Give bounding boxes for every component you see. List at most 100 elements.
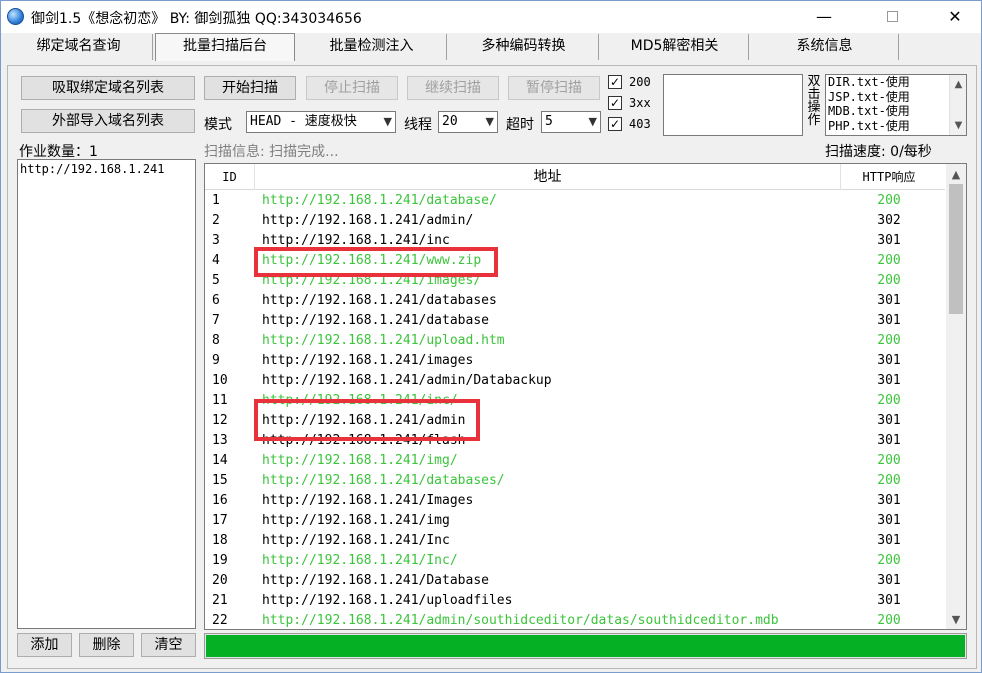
table-row[interactable]: 22 http://192.168.1.241/admin/southidcedi… xyxy=(205,611,945,629)
fetch-domain-list-button[interactable]: 吸取绑定域名列表 xyxy=(21,76,195,100)
table-row[interactable]: 9 http://192.168.1.241/images 301 xyxy=(205,351,945,371)
row-id: 7 xyxy=(212,313,220,328)
row-url: http://192.168.1.241/Inc/ xyxy=(262,553,458,568)
tab-domain-lookup[interactable]: 绑定域名查询 xyxy=(5,34,153,60)
dictionary-item[interactable]: MDB.txt-使用 xyxy=(826,104,966,119)
table-header: ID 地址 HTTP响应 xyxy=(205,164,945,190)
row-url: http://192.168.1.241/admin/ xyxy=(262,213,474,228)
row-id: 4 xyxy=(212,253,220,268)
timeout-value: 5 xyxy=(545,114,553,129)
delete-button[interactable]: 删除 xyxy=(79,633,134,657)
header-id[interactable]: ID xyxy=(205,164,255,190)
table-row[interactable]: 10 http://192.168.1.241/admin/Databackup 3… xyxy=(205,371,945,391)
status-3xx-label: 3xx xyxy=(629,96,651,110)
threads-select[interactable]: 20 ▼ xyxy=(438,111,498,133)
custom-input-box[interactable] xyxy=(663,74,803,136)
start-scan-button[interactable]: 开始扫描 xyxy=(204,76,296,100)
chevron-down-icon: ▼ xyxy=(588,115,597,128)
tab-batch-injection[interactable]: 批量检测注入 xyxy=(297,34,447,60)
results-table[interactable]: ID 地址 HTTP响应 1 http://192.168.1.241/datab… xyxy=(204,163,967,630)
results-scrollbar[interactable]: ▲ ▼ xyxy=(946,164,966,629)
tab-system-info[interactable]: 系统信息 xyxy=(751,34,899,60)
row-http-code: 301 xyxy=(877,413,901,428)
dictionary-item[interactable]: DIR.txt-使用 xyxy=(826,75,966,90)
row-http-code: 200 xyxy=(877,273,901,288)
row-id: 14 xyxy=(212,453,228,468)
import-domain-list-button[interactable]: 外部导入域名列表 xyxy=(21,109,195,133)
hint-char: 作 xyxy=(807,113,821,128)
row-url: http://192.168.1.241/database/ xyxy=(262,193,497,208)
continue-scan-button[interactable]: 继续扫描 xyxy=(407,76,499,100)
tab-encoding-convert[interactable]: 多种编码转换 xyxy=(449,34,599,60)
maximize-button[interactable] xyxy=(869,1,915,33)
maximize-icon xyxy=(886,11,898,22)
row-id: 6 xyxy=(212,293,220,308)
table-row[interactable]: 8 http://192.168.1.241/upload.htm 200 xyxy=(205,331,945,351)
header-url[interactable]: 地址 xyxy=(255,164,841,190)
close-button[interactable]: ✕ xyxy=(932,1,978,33)
row-url: http://192.168.1.241/databases/ xyxy=(262,473,505,488)
dictionary-item[interactable]: JSP.txt-使用 xyxy=(826,90,966,105)
status-403-checkbox[interactable]: ✓ xyxy=(608,117,622,131)
mode-select[interactable]: HEAD - 速度极快 ▼ xyxy=(246,111,396,133)
row-id: 9 xyxy=(212,353,220,368)
table-row[interactable]: 16 http://192.168.1.241/Images 301 xyxy=(205,491,945,511)
dictionary-scrollbar[interactable]: ▲ ▼ xyxy=(949,75,966,135)
table-row[interactable]: 18 http://192.168.1.241/Inc 301 xyxy=(205,531,945,551)
row-id: 3 xyxy=(212,233,220,248)
add-button[interactable]: 添加 xyxy=(17,633,72,657)
row-http-code: 301 xyxy=(877,493,901,508)
minimize-button[interactable]: — xyxy=(801,1,847,33)
row-http-code: 200 xyxy=(877,193,901,208)
status-3xx-checkbox[interactable]: ✓ xyxy=(608,96,622,110)
row-url: http://192.168.1.241/Inc xyxy=(262,533,450,548)
stop-scan-button[interactable]: 停止扫描 xyxy=(306,76,398,100)
threads-value: 20 xyxy=(442,114,458,129)
highlight-box-admin xyxy=(254,399,480,441)
header-http-code[interactable]: HTTP响应 xyxy=(841,164,937,190)
table-row[interactable]: 1 http://192.168.1.241/database/200 xyxy=(205,191,945,211)
row-id: 10 xyxy=(212,373,228,388)
table-row[interactable]: 7 http://192.168.1.241/database 301 xyxy=(205,311,945,331)
chevron-down-icon[interactable]: ▼ xyxy=(950,120,966,131)
table-row[interactable]: 19 http://192.168.1.241/Inc/200 xyxy=(205,551,945,571)
row-http-code: 301 xyxy=(877,373,901,388)
mode-value: HEAD - 速度极快 xyxy=(250,114,357,129)
threads-label: 线程 xyxy=(404,117,432,133)
scan-info-text: 扫描信息: 扫描完成... xyxy=(204,144,339,160)
chevron-up-icon[interactable]: ▲ xyxy=(946,166,966,184)
table-row[interactable]: 15 http://192.168.1.241/databases/200 xyxy=(205,471,945,491)
row-id: 8 xyxy=(212,333,220,348)
chevron-up-icon[interactable]: ▲ xyxy=(950,79,966,90)
table-row[interactable]: 6 http://192.168.1.241/databases 301 xyxy=(205,291,945,311)
dictionary-list[interactable]: DIR.txt-使用 JSP.txt-使用 MDB.txt-使用 PHP.txt… xyxy=(825,74,967,136)
table-row[interactable]: 20 http://192.168.1.241/Database 301 xyxy=(205,571,945,591)
dictionary-item[interactable]: PHP.txt-使用 xyxy=(826,119,966,134)
task-item[interactable]: http://192.168.1.241 xyxy=(18,160,195,178)
progress-fill xyxy=(206,635,965,657)
table-row[interactable]: 2 http://192.168.1.241/admin/302 xyxy=(205,211,945,231)
table-row[interactable]: 14 http://192.168.1.241/img/200 xyxy=(205,451,945,471)
window-title: 御剑1.5《想念初恋》 BY: 御剑孤独 QQ:343034656 xyxy=(31,11,362,27)
table-row[interactable]: 21 http://192.168.1.241/uploadfiles 301 xyxy=(205,591,945,611)
row-id: 15 xyxy=(212,473,228,488)
scan-progress-bar xyxy=(204,633,967,659)
globe-app-icon xyxy=(7,8,24,25)
title-bar: 御剑1.5《想念初恋》 BY: 御剑孤独 QQ:343034656 — ✕ xyxy=(1,1,981,33)
chevron-down-icon[interactable]: ▼ xyxy=(946,611,966,629)
clear-button[interactable]: 清空 xyxy=(141,633,196,657)
tab-batch-admin-scan[interactable]: 批量扫描后台 xyxy=(155,33,295,61)
scrollbar-thumb[interactable] xyxy=(949,184,963,314)
status-200-checkbox[interactable]: ✓ xyxy=(608,75,622,89)
row-id: 18 xyxy=(212,533,228,548)
task-list[interactable]: http://192.168.1.241 xyxy=(17,159,196,629)
row-http-code: 301 xyxy=(877,313,901,328)
mode-label: 模式 xyxy=(204,117,232,133)
chevron-down-icon: ▼ xyxy=(383,115,392,128)
row-http-code: 200 xyxy=(877,613,901,628)
table-row[interactable]: 17 http://192.168.1.241/img 301 xyxy=(205,511,945,531)
pause-scan-button[interactable]: 暂停扫描 xyxy=(508,76,600,100)
row-http-code: 301 xyxy=(877,593,901,608)
tab-md5-decrypt[interactable]: MD5解密相关 xyxy=(601,34,749,60)
timeout-select[interactable]: 5 ▼ xyxy=(541,111,601,133)
